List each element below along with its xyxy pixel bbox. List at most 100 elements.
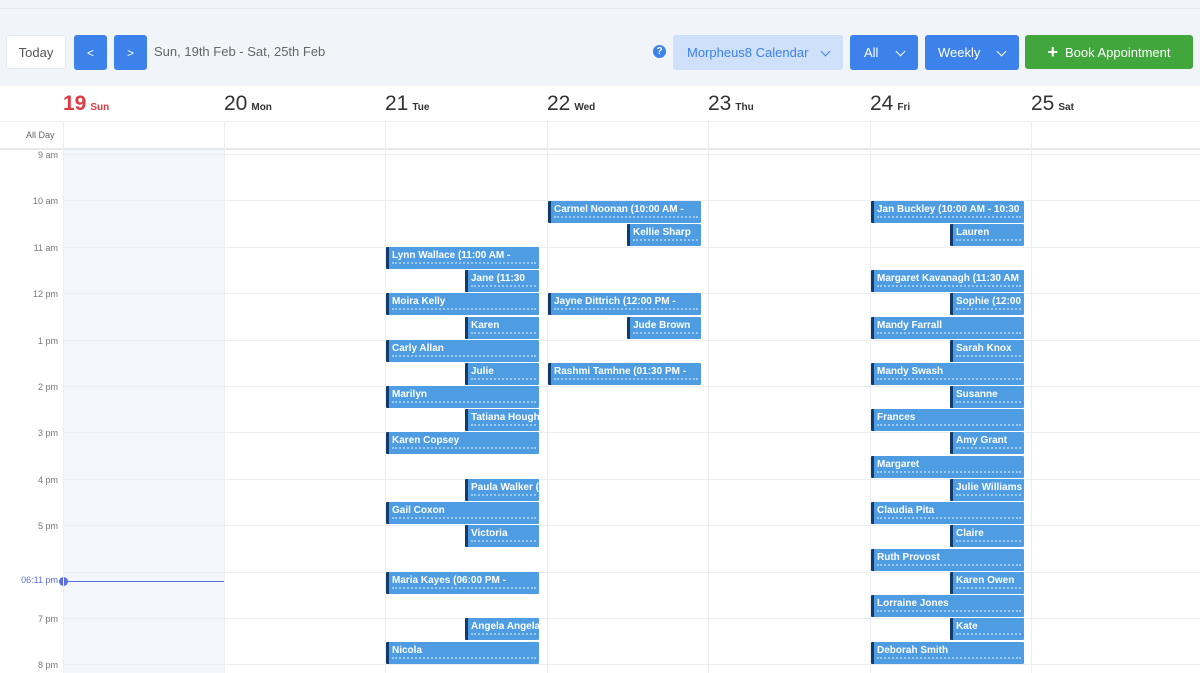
- view-select[interactable]: Weekly: [925, 35, 1019, 70]
- appointment-event[interactable]: Lorraine Jones: [871, 595, 1024, 617]
- appointment-event[interactable]: Claudia Pita: [871, 502, 1024, 524]
- appointment-event[interactable]: Angela AngelaSefton (07:00: [465, 618, 539, 640]
- day-column-divider: [1031, 121, 1032, 673]
- appointment-event[interactable]: Claire: [950, 525, 1024, 547]
- appointment-event[interactable]: Rashmi Tamhne (01:30 PM -: [548, 363, 701, 385]
- book-appointment-label: Book Appointment: [1064, 44, 1171, 60]
- chevron-down-icon: [895, 46, 906, 57]
- appointment-event[interactable]: Carmel Noonan (10:00 AM -: [548, 201, 701, 223]
- day-header-thu[interactable]: 23 Thu: [708, 92, 754, 120]
- chevron-left-icon: <: [86, 45, 94, 60]
- filter-select[interactable]: All: [850, 35, 918, 70]
- day-number: 23: [708, 92, 732, 115]
- appointment-event[interactable]: Susanne: [950, 386, 1024, 408]
- appointment-event[interactable]: Carly Allan: [386, 340, 539, 362]
- hour-label: 7 pm: [37, 614, 58, 624]
- prev-week-button[interactable]: <: [74, 35, 107, 70]
- hour-label: 1 pm: [37, 335, 58, 346]
- day-header-sat[interactable]: 25 Sat: [1031, 92, 1074, 120]
- appointment-event[interactable]: Kellie Sharp: [627, 224, 701, 246]
- divider: [0, 8, 1200, 9]
- appointment-event[interactable]: Jan Buckley (10:00 AM - 10:30: [871, 201, 1024, 223]
- hour-label: 12 pm: [32, 289, 58, 300]
- appointment-event[interactable]: Victoria: [465, 525, 539, 547]
- chevron-down-icon: [820, 46, 831, 57]
- day-column-divider: [224, 121, 225, 673]
- appointment-event[interactable]: Kate: [950, 618, 1024, 640]
- calendar-select[interactable]: Morpheus8 Calendar: [673, 35, 843, 70]
- appointment-event[interactable]: Julie: [465, 363, 539, 385]
- filter-select-label: All: [864, 45, 879, 60]
- day-header-wed[interactable]: 22 Wed: [547, 92, 595, 120]
- day-name: Fri: [897, 102, 911, 113]
- book-appointment-button[interactable]: + Book Appointment: [1025, 35, 1193, 69]
- today-column-highlight: [63, 150, 225, 673]
- appointment-event[interactable]: Lauren: [950, 224, 1024, 246]
- all-day-label: All Day: [26, 130, 55, 140]
- appointment-event[interactable]: Tatiana Hough: [465, 409, 539, 431]
- hour-gridline: [63, 571, 1200, 573]
- appointment-event[interactable]: Deborah Smith: [871, 642, 1024, 664]
- divider: [0, 148, 1200, 150]
- appointment-event[interactable]: Julie Williams: [950, 479, 1024, 501]
- day-name: Sat: [1058, 102, 1074, 113]
- plus-icon: +: [1047, 42, 1058, 62]
- today-button[interactable]: Today: [6, 35, 66, 69]
- hour-gridline: [63, 618, 1200, 619]
- hour-label: 5 pm: [37, 521, 58, 532]
- day-name: Sun: [90, 102, 110, 113]
- appointment-event[interactable]: Maria Kayes (06:00 PM -: [386, 572, 539, 594]
- hour-label: 9 am: [37, 150, 58, 160]
- hour-label: 8 pm: [37, 660, 58, 671]
- day-header-tue[interactable]: 21 Tue: [385, 92, 429, 120]
- current-time-line: [63, 581, 225, 582]
- appointment-event[interactable]: Jude Brown: [627, 317, 701, 339]
- appointment-event[interactable]: Nicola: [386, 642, 539, 664]
- appointment-event[interactable]: Sarah Knox: [950, 340, 1024, 362]
- view-select-label: Weekly: [938, 45, 981, 60]
- day-header-sun[interactable]: 19 Sun: [63, 92, 109, 120]
- day-number: 21: [385, 92, 409, 115]
- day-column-divider: [63, 121, 64, 673]
- hour-label: 3 pm: [37, 428, 58, 439]
- appointment-event[interactable]: Lynn Wallace (11:00 AM -: [386, 247, 539, 269]
- appointment-event[interactable]: Karen Owen: [950, 572, 1024, 594]
- appointment-event[interactable]: Mandy Farrall: [871, 317, 1024, 339]
- appointment-event[interactable]: Margaret: [871, 456, 1024, 478]
- hour-gridline: [63, 478, 1200, 480]
- day-number: 22: [547, 92, 571, 115]
- day-header-fri[interactable]: 24 Fri: [870, 92, 910, 120]
- hour-label: 11 am: [33, 242, 58, 253]
- hour-gridline: [63, 432, 1200, 434]
- hour-label: 10 am: [32, 196, 58, 207]
- appointment-event[interactable]: Gail Coxon: [386, 502, 539, 524]
- chevron-down-icon: [996, 46, 1007, 57]
- toolbar: Today < > Sun, 19th Feb - Sat, 25th Feb …: [0, 0, 1200, 86]
- current-time-label: 06:11 pm: [21, 575, 58, 585]
- help-icon[interactable]: ?: [653, 45, 666, 58]
- appointment-event[interactable]: Marilyn: [386, 386, 539, 408]
- date-range-label: Sun, 19th Feb - Sat, 25th Feb: [154, 44, 326, 59]
- appointment-event[interactable]: Frances: [871, 409, 1024, 431]
- appointment-event[interactable]: Karen: [465, 317, 539, 339]
- day-name: Tue: [412, 102, 430, 113]
- hour-gridline: [63, 246, 1200, 248]
- appointment-event[interactable]: Margaret Kavanagh (11:30 AM: [871, 270, 1024, 292]
- appointment-event[interactable]: Moira Kelly: [386, 293, 539, 315]
- day-number: 25: [1031, 92, 1055, 115]
- appointment-event[interactable]: Mandy Swash: [871, 363, 1024, 385]
- day-number: 20: [224, 92, 248, 115]
- appointment-event[interactable]: Jayne Dittrich (12:00 PM -: [548, 293, 701, 315]
- divider: [0, 121, 1200, 122]
- appointment-event[interactable]: Amy Grant: [950, 432, 1024, 454]
- chevron-right-icon: >: [126, 45, 134, 60]
- hour-gridline: [63, 339, 1200, 341]
- next-week-button[interactable]: >: [114, 35, 147, 70]
- appointment-event[interactable]: Karen Copsey: [386, 432, 539, 454]
- appointment-event[interactable]: Paula Walker (04:00 PM -: [465, 479, 539, 501]
- appointment-event[interactable]: Jane (11:30: [465, 270, 539, 292]
- appointment-event[interactable]: Ruth Provost: [871, 549, 1024, 571]
- appointment-event[interactable]: Sophie (12:00: [950, 293, 1024, 315]
- hour-gridline: [63, 525, 1200, 527]
- day-header-mon[interactable]: 20 Mon: [224, 92, 272, 120]
